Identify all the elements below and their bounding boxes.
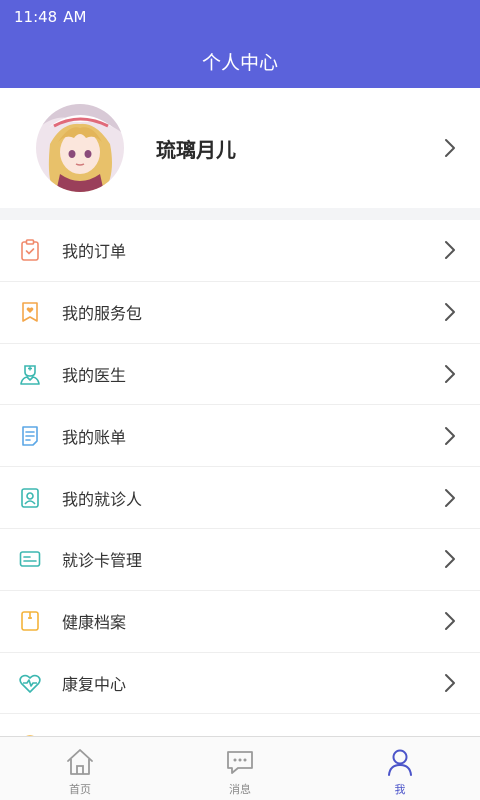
- archive-icon: [21, 611, 39, 631]
- bill-icon: [22, 425, 38, 446]
- menu-item-doctors[interactable]: 我的医生: [0, 344, 480, 406]
- menu-item-label: 我的就诊人: [62, 489, 143, 509]
- person-icon: [388, 749, 412, 776]
- menu-item-service-packages[interactable]: 我的服务包: [0, 282, 480, 344]
- menu-item-label: 我的医生: [62, 365, 127, 385]
- chevron-right-icon: [445, 673, 455, 692]
- menu-item-medical-card[interactable]: 就诊卡管理: [0, 529, 480, 591]
- tab-label: 消息: [229, 783, 251, 796]
- home-icon: [67, 749, 93, 775]
- chevron-right-icon: [445, 303, 455, 322]
- tab-me[interactable]: 我: [320, 737, 480, 800]
- tab-home[interactable]: 首页: [0, 737, 160, 800]
- avatar[interactable]: [36, 104, 124, 192]
- status-bar: 11:48 AM: [0, 0, 480, 34]
- menu-item-label: 我的账单: [62, 427, 127, 447]
- tab-label: 首页: [69, 783, 91, 796]
- profile-name: 琉璃月儿: [156, 137, 236, 162]
- menu-item-label: 健康档案: [62, 613, 127, 633]
- menu-item-patients[interactable]: 我的就诊人: [0, 467, 480, 529]
- menu-item-bills[interactable]: 我的账单: [0, 405, 480, 468]
- status-ampm: AM: [63, 8, 87, 26]
- bottom-tab-bar: 首页 消息 我: [0, 736, 480, 800]
- menu-item-partial[interactable]: [0, 714, 480, 736]
- menu-item-label: 康复中心: [62, 674, 127, 694]
- order-clipboard-icon: [21, 239, 39, 262]
- page-title: 个人中心: [201, 51, 278, 74]
- avatar-image: [36, 104, 124, 192]
- status-time: 11:48: [14, 8, 58, 26]
- patient-badge-icon: [21, 487, 39, 508]
- bookmark-heart-icon: [22, 302, 38, 322]
- menu-item-rehab-center[interactable]: 康复中心: [0, 653, 480, 715]
- menu-item-label: 我的服务包: [62, 304, 143, 324]
- chevron-right-icon: [445, 241, 455, 260]
- chevron-right-icon: [445, 488, 455, 507]
- chevron-right-icon: [445, 612, 455, 631]
- menu-list: 我的订单 我的服务包 我的医生 我的账单 我的就诊人 就诊卡管理 健康档案 康复…: [0, 220, 480, 736]
- doctor-icon: [20, 365, 40, 385]
- tab-messages[interactable]: 消息: [160, 737, 320, 800]
- heart-pulse-icon: [19, 674, 41, 693]
- menu-item-health-records[interactable]: 健康档案: [0, 591, 480, 653]
- menu-item-label: 我的订单: [62, 242, 127, 262]
- profile-card[interactable]: 琉璃月儿: [0, 88, 480, 208]
- chevron-right-icon: [445, 426, 455, 445]
- chevron-right-icon: [445, 364, 455, 383]
- message-icon: [227, 751, 253, 774]
- menu-item-orders[interactable]: 我的订单: [0, 220, 480, 282]
- page-header: 个人中心: [0, 34, 480, 88]
- chevron-right-icon: [445, 550, 455, 569]
- card-icon: [19, 551, 41, 568]
- chevron-right-icon: [445, 139, 455, 157]
- tab-label: 我: [394, 783, 406, 796]
- menu-item-label: 就诊卡管理: [62, 551, 143, 571]
